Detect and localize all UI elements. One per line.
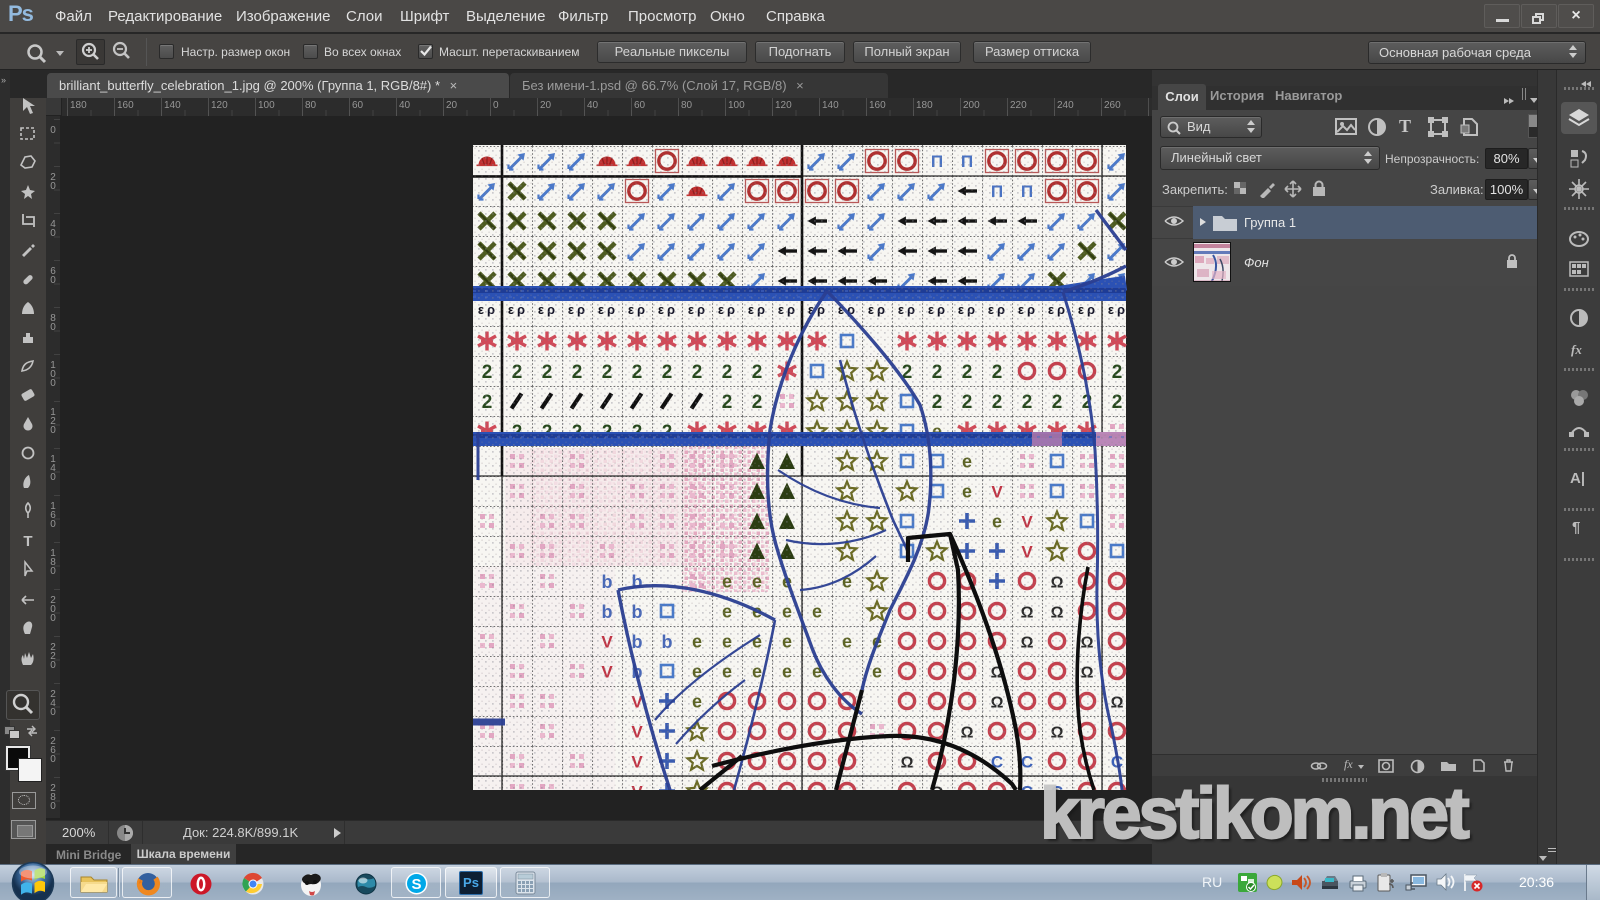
svg-text:T: T (23, 533, 32, 550)
svg-text:¶: ¶ (1572, 519, 1580, 536)
svg-text:fx: fx (1571, 342, 1582, 357)
svg-text:S: S (411, 876, 421, 893)
svg-text:A|: A| (1570, 470, 1585, 487)
